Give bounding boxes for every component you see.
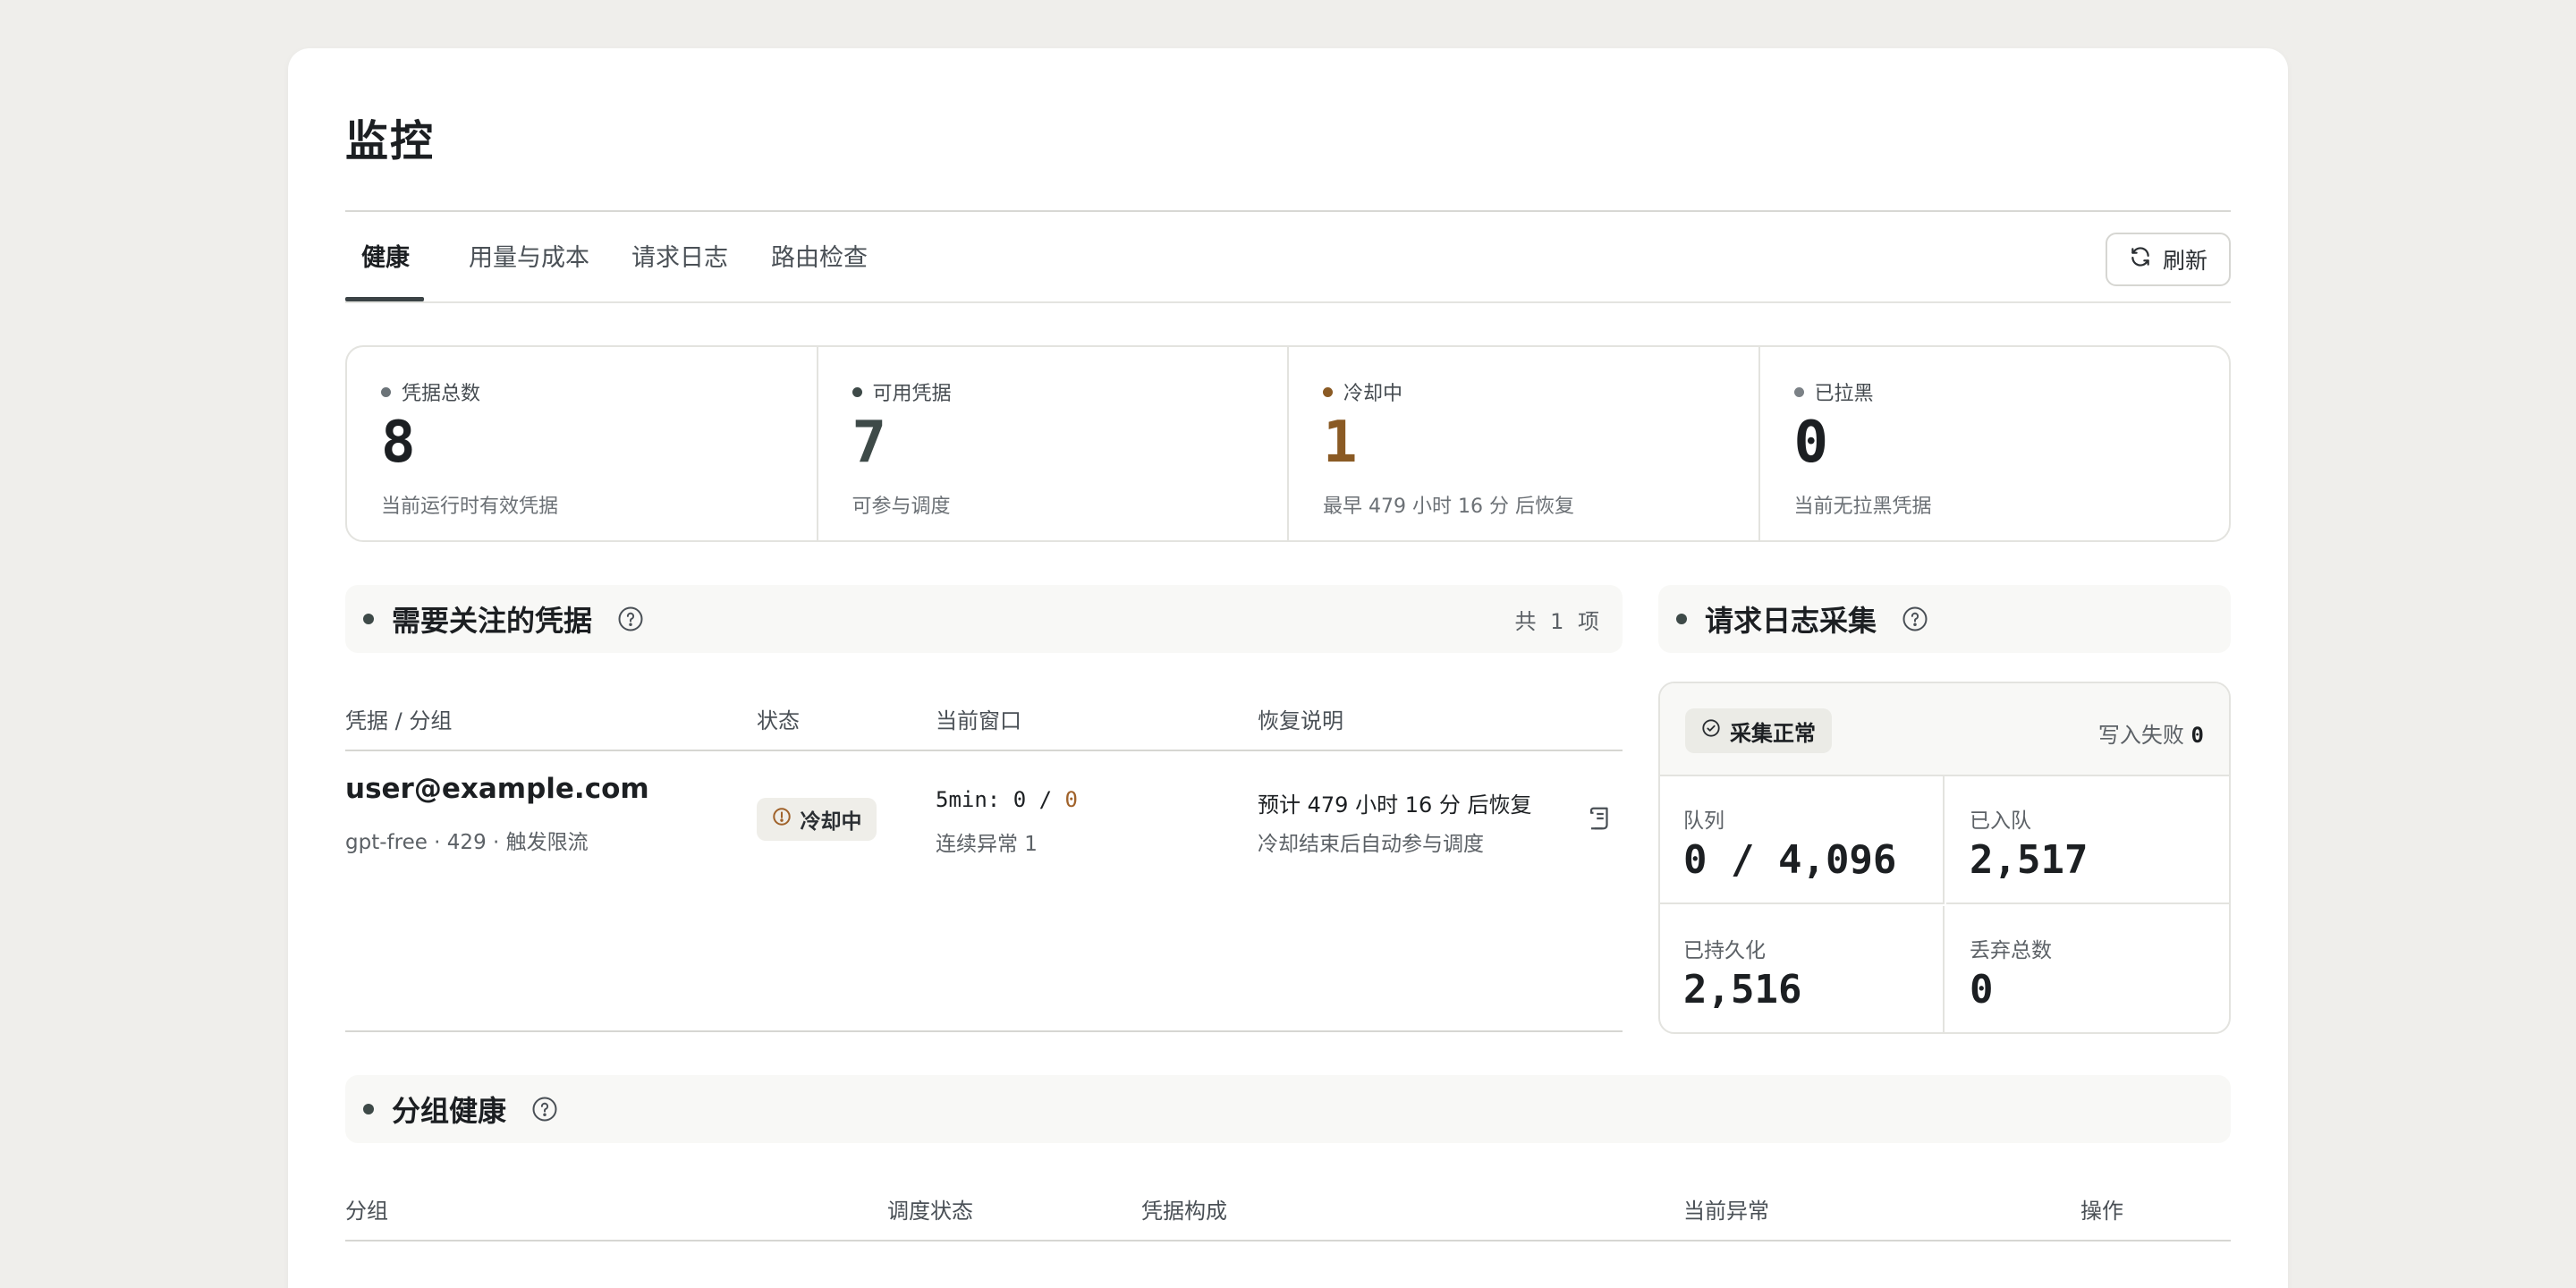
stat-value: 1 [1323,410,1358,476]
stats-panel: 凭据总数 8 当前运行时有效凭据 可用凭据 7 可参与调度 冷却中 1 最早 4… [345,345,2231,542]
tab-request-logs[interactable]: 请求日志 [631,238,728,273]
write-failures: 写入失败 0 [2098,717,2204,749]
stat-subtext: 可参与调度 [852,496,951,518]
refresh-label: 刷新 [2162,248,2207,274]
section-title: 分组健康 [392,1094,507,1128]
status-dot [1323,386,1333,397]
column-header-current-anomaly: 当前异常 [1683,1199,1769,1224]
refresh-icon [2129,245,2152,274]
column-header-credential: 凭据 / 分组 [345,708,453,733]
cell-value: 2,517 [1970,837,2089,883]
view-log-icon[interactable] [1587,805,1614,835]
item-count: 共 1 项 [1514,608,1603,634]
group-health-section-header: 分组健康 [345,1075,2231,1143]
column-header-dispatch-status: 调度状态 [887,1199,973,1224]
collect-status-label: 采集正常 [1730,720,1816,746]
credential-email[interactable]: user@example.com [345,773,649,805]
section-title: 请求日志采集 [1705,604,1877,638]
help-icon[interactable] [531,1096,558,1123]
stat-total-credentials: 凭据总数 8 当前运行时有效凭据 [347,347,818,540]
page-title: 监控 [345,116,436,166]
help-icon[interactable] [1902,606,1928,632]
credential-meta: gpt-free · 429 · 触发限流 [345,831,589,854]
stat-subtext: 当前运行时有效凭据 [381,496,559,518]
dropped-cell: 丢弃总数 0 [1946,906,2229,1032]
tabs-divider [345,301,2231,303]
status-dot [381,386,391,397]
stat-value: 7 [852,410,887,476]
tab-route-check[interactable]: 路由检查 [771,238,868,273]
tab-usage-cost[interactable]: 用量与成本 [469,238,589,273]
enqueued-cell: 已入队 2,517 [1946,776,2229,904]
write-failures-label: 写入失败 [2097,723,2184,748]
column-header-recovery: 恢复说明 [1258,708,1343,733]
cell-label: 丢弃总数 [1970,939,2052,962]
collect-status-badge: 采集正常 [1685,708,1832,753]
cell-value: 2,516 [1683,967,1802,1013]
write-failures-value: 0 [2190,723,2204,748]
stat-label: 已拉黑 [1814,383,1874,405]
stat-value: 8 [381,410,416,476]
table-header-divider [345,750,1623,751]
column-header-status: 状态 [757,708,800,733]
help-icon[interactable] [617,606,644,632]
stat-blacklisted: 已拉黑 0 当前无拉黑凭据 [1760,347,2230,540]
stat-value: 0 [1793,410,1829,476]
stat-label: 凭据总数 [402,383,481,405]
attention-section-header: 需要关注的凭据 共 1 项 [345,585,1623,653]
stat-subtext: 最早 479 小时 16 分 后恢复 [1323,496,1574,518]
status-badge: 冷却中 [757,798,877,841]
recovery-subtext: 冷却结束后自动参与调度 [1258,833,1484,856]
section-bullet [1676,614,1687,624]
window-usage-limit: 0 [1064,787,1078,812]
status-badge-label: 冷却中 [800,810,862,834]
status-dot [1793,386,1804,397]
check-circle-icon [1701,718,1721,743]
group-table-divider [345,1240,2231,1241]
table-bottom-divider [345,1030,1623,1032]
window-usage: 5min: 0 / 0 [936,787,1078,812]
stat-subtext: 当前无拉黑凭据 [1793,496,1932,518]
tab-health[interactable]: 健康 [361,238,410,273]
queue-cell: 队列 0 / 4,096 [1660,776,1945,904]
divider [345,210,2231,212]
window-usage-text: 5min: 0 / [936,787,1065,812]
recovery-text: 预计 479 小时 16 分 后恢复 [1258,792,1532,818]
collect-status-bar: 采集正常 写入失败 0 [1660,683,2229,776]
window-subtext: 连续异常 1 [936,833,1038,856]
column-header-window: 当前窗口 [936,708,1021,733]
warning-icon [772,807,792,832]
cell-label: 已持久化 [1683,939,1766,962]
stat-cooling: 冷却中 1 最早 479 小时 16 分 后恢复 [1289,347,1760,540]
cell-value: 0 / 4,096 [1683,837,1897,883]
section-title: 需要关注的凭据 [392,604,593,638]
collect-section-header: 请求日志采集 [1658,585,2231,653]
status-dot [852,386,862,397]
section-bullet [363,614,374,624]
stat-label: 冷却中 [1343,383,1403,405]
persisted-cell: 已持久化 2,516 [1660,906,1945,1032]
column-header-group: 分组 [345,1199,388,1224]
refresh-button[interactable]: 刷新 [2106,233,2231,286]
column-header-actions: 操作 [2080,1199,2123,1224]
cell-label: 已入队 [1970,809,2031,833]
stat-available-credentials: 可用凭据 7 可参与调度 [818,347,1289,540]
column-header-credential-composition: 凭据构成 [1141,1199,1227,1224]
stat-label: 可用凭据 [872,383,952,405]
collect-stats-card: 采集正常 写入失败 0 队列 0 / 4,096 已入队 2,517 已持久化 … [1658,682,2231,1034]
cell-label: 队列 [1683,809,1724,833]
section-bullet [363,1104,374,1114]
cell-value: 0 [1970,967,1994,1013]
